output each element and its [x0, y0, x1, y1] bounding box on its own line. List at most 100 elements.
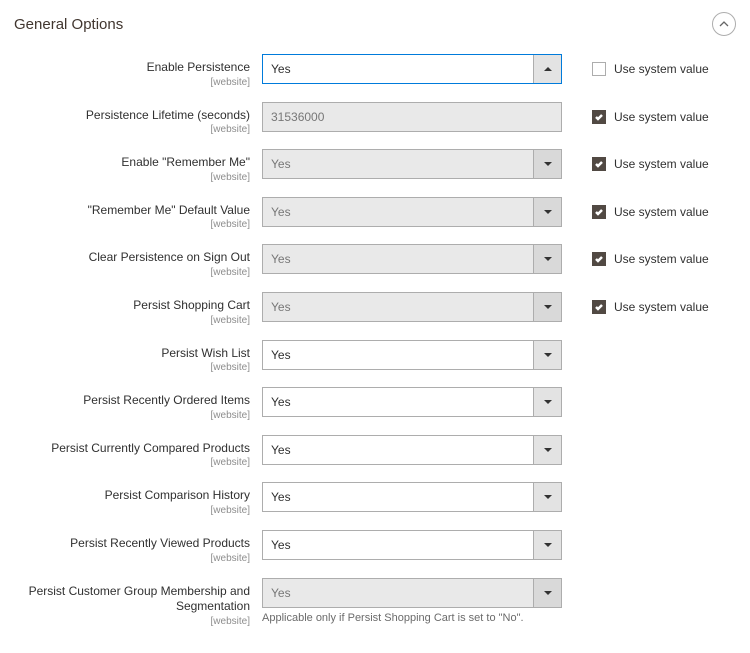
select-arrow[interactable]	[533, 579, 561, 607]
scope-label: [website]	[14, 616, 250, 627]
row-persist-wish-list: Persist Wish List [website] Yes	[14, 340, 736, 374]
label-persist-shopping-cart: Persist Shopping Cart	[133, 298, 250, 312]
label-persistence-lifetime: Persistence Lifetime (seconds)	[86, 108, 250, 122]
select-value: Yes	[263, 436, 533, 464]
section-title[interactable]: General Options	[14, 16, 123, 33]
scope-label: [website]	[14, 553, 250, 564]
checkbox-sys-persist-shopping-cart[interactable]	[592, 300, 606, 314]
select-arrow[interactable]	[533, 388, 561, 416]
caret-down-icon	[544, 446, 552, 454]
select-arrow[interactable]	[533, 293, 561, 321]
scope-label: [website]	[14, 505, 250, 516]
select-arrow[interactable]	[533, 55, 561, 83]
check-icon	[594, 112, 604, 122]
select-arrow[interactable]	[533, 483, 561, 511]
select-value: Yes	[263, 245, 533, 273]
label-persist-compared: Persist Currently Compared Products	[51, 441, 250, 455]
row-clear-on-signout: Clear Persistence on Sign Out [website] …	[14, 244, 736, 278]
caret-down-icon	[544, 589, 552, 597]
select-arrow[interactable]	[533, 341, 561, 369]
row-persist-shopping-cart: Persist Shopping Cart [website] Yes Use …	[14, 292, 736, 326]
scope-label: [website]	[14, 362, 250, 373]
note-persist-group-segmentation: Applicable only if Persist Shopping Cart…	[262, 612, 562, 624]
select-persist-shopping-cart[interactable]: Yes	[262, 292, 562, 322]
check-icon	[594, 302, 604, 312]
scope-label: [website]	[14, 219, 250, 230]
select-value: Yes	[263, 388, 533, 416]
select-value: Yes	[263, 341, 533, 369]
scope-label: [website]	[14, 124, 250, 135]
sys-label[interactable]: Use system value	[614, 252, 709, 266]
label-persist-wish-list: Persist Wish List	[161, 346, 250, 360]
select-value: Yes	[263, 198, 533, 226]
select-value: Yes	[263, 483, 533, 511]
check-icon	[594, 207, 604, 217]
row-persist-recently-viewed: Persist Recently Viewed Products [websit…	[14, 530, 736, 564]
select-persist-recent-ordered[interactable]: Yes	[262, 387, 562, 417]
select-persist-compared[interactable]: Yes	[262, 435, 562, 465]
checkbox-sys-enable-persistence[interactable]	[592, 62, 606, 76]
select-enable-persistence[interactable]: Yes	[262, 54, 562, 84]
input-persistence-lifetime[interactable]	[262, 102, 562, 132]
select-arrow[interactable]	[533, 198, 561, 226]
label-enable-persistence: Enable Persistence	[147, 60, 250, 74]
sys-label[interactable]: Use system value	[614, 300, 709, 314]
checkbox-sys-clear-on-signout[interactable]	[592, 252, 606, 266]
select-persist-wish-list[interactable]: Yes	[262, 340, 562, 370]
collapse-button[interactable]	[712, 12, 736, 36]
sys-label[interactable]: Use system value	[614, 62, 709, 76]
caret-down-icon	[544, 303, 552, 311]
checkbox-sys-enable-remember-me[interactable]	[592, 157, 606, 171]
select-value: Yes	[263, 579, 533, 607]
scope-label: [website]	[14, 267, 250, 278]
label-persist-group-segmentation: Persist Customer Group Membership and Se…	[29, 584, 250, 614]
label-enable-remember-me: Enable "Remember Me"	[121, 155, 250, 169]
row-persist-compared: Persist Currently Compared Products [web…	[14, 435, 736, 469]
select-clear-on-signout[interactable]: Yes	[262, 244, 562, 274]
select-value: Yes	[263, 150, 533, 178]
label-remember-me-default: "Remember Me" Default Value	[88, 203, 250, 217]
caret-down-icon	[544, 208, 552, 216]
scope-label: [website]	[14, 77, 250, 88]
checkbox-sys-persistence-lifetime[interactable]	[592, 110, 606, 124]
row-persist-group-segmentation: Persist Customer Group Membership and Se…	[14, 578, 736, 627]
caret-up-icon	[544, 65, 552, 73]
checkbox-sys-remember-me-default[interactable]	[592, 205, 606, 219]
select-value: Yes	[263, 531, 533, 559]
check-icon	[594, 159, 604, 169]
caret-down-icon	[544, 493, 552, 501]
select-arrow[interactable]	[533, 245, 561, 273]
select-remember-me-default[interactable]: Yes	[262, 197, 562, 227]
check-icon	[594, 254, 604, 264]
chevron-up-icon	[719, 19, 729, 29]
select-persist-group-segmentation[interactable]: Yes	[262, 578, 562, 608]
sys-label[interactable]: Use system value	[614, 110, 709, 124]
row-persist-comparison-history: Persist Comparison History [website] Yes	[14, 482, 736, 516]
row-persistence-lifetime: Persistence Lifetime (seconds) [website]…	[14, 102, 736, 136]
row-persist-recent-ordered: Persist Recently Ordered Items [website]…	[14, 387, 736, 421]
scope-label: [website]	[14, 172, 250, 183]
select-value: Yes	[263, 55, 533, 83]
select-arrow[interactable]	[533, 150, 561, 178]
label-persist-recent-ordered: Persist Recently Ordered Items	[83, 393, 250, 407]
sys-label[interactable]: Use system value	[614, 205, 709, 219]
select-persist-comparison-history[interactable]: Yes	[262, 482, 562, 512]
caret-down-icon	[544, 351, 552, 359]
scope-label: [website]	[14, 315, 250, 326]
select-arrow[interactable]	[533, 436, 561, 464]
select-value: Yes	[263, 293, 533, 321]
row-remember-me-default: "Remember Me" Default Value [website] Ye…	[14, 197, 736, 231]
row-enable-remember-me: Enable "Remember Me" [website] Yes Use s…	[14, 149, 736, 183]
scope-label: [website]	[14, 410, 250, 421]
label-persist-recently-viewed: Persist Recently Viewed Products	[70, 536, 250, 550]
select-arrow[interactable]	[533, 531, 561, 559]
row-enable-persistence: Enable Persistence [website] Yes Use sys…	[14, 54, 736, 88]
caret-down-icon	[544, 160, 552, 168]
label-persist-comparison-history: Persist Comparison History	[105, 488, 250, 502]
select-enable-remember-me[interactable]: Yes	[262, 149, 562, 179]
caret-down-icon	[544, 541, 552, 549]
caret-down-icon	[544, 398, 552, 406]
sys-label[interactable]: Use system value	[614, 157, 709, 171]
select-persist-recently-viewed[interactable]: Yes	[262, 530, 562, 560]
label-clear-on-signout: Clear Persistence on Sign Out	[89, 250, 250, 264]
